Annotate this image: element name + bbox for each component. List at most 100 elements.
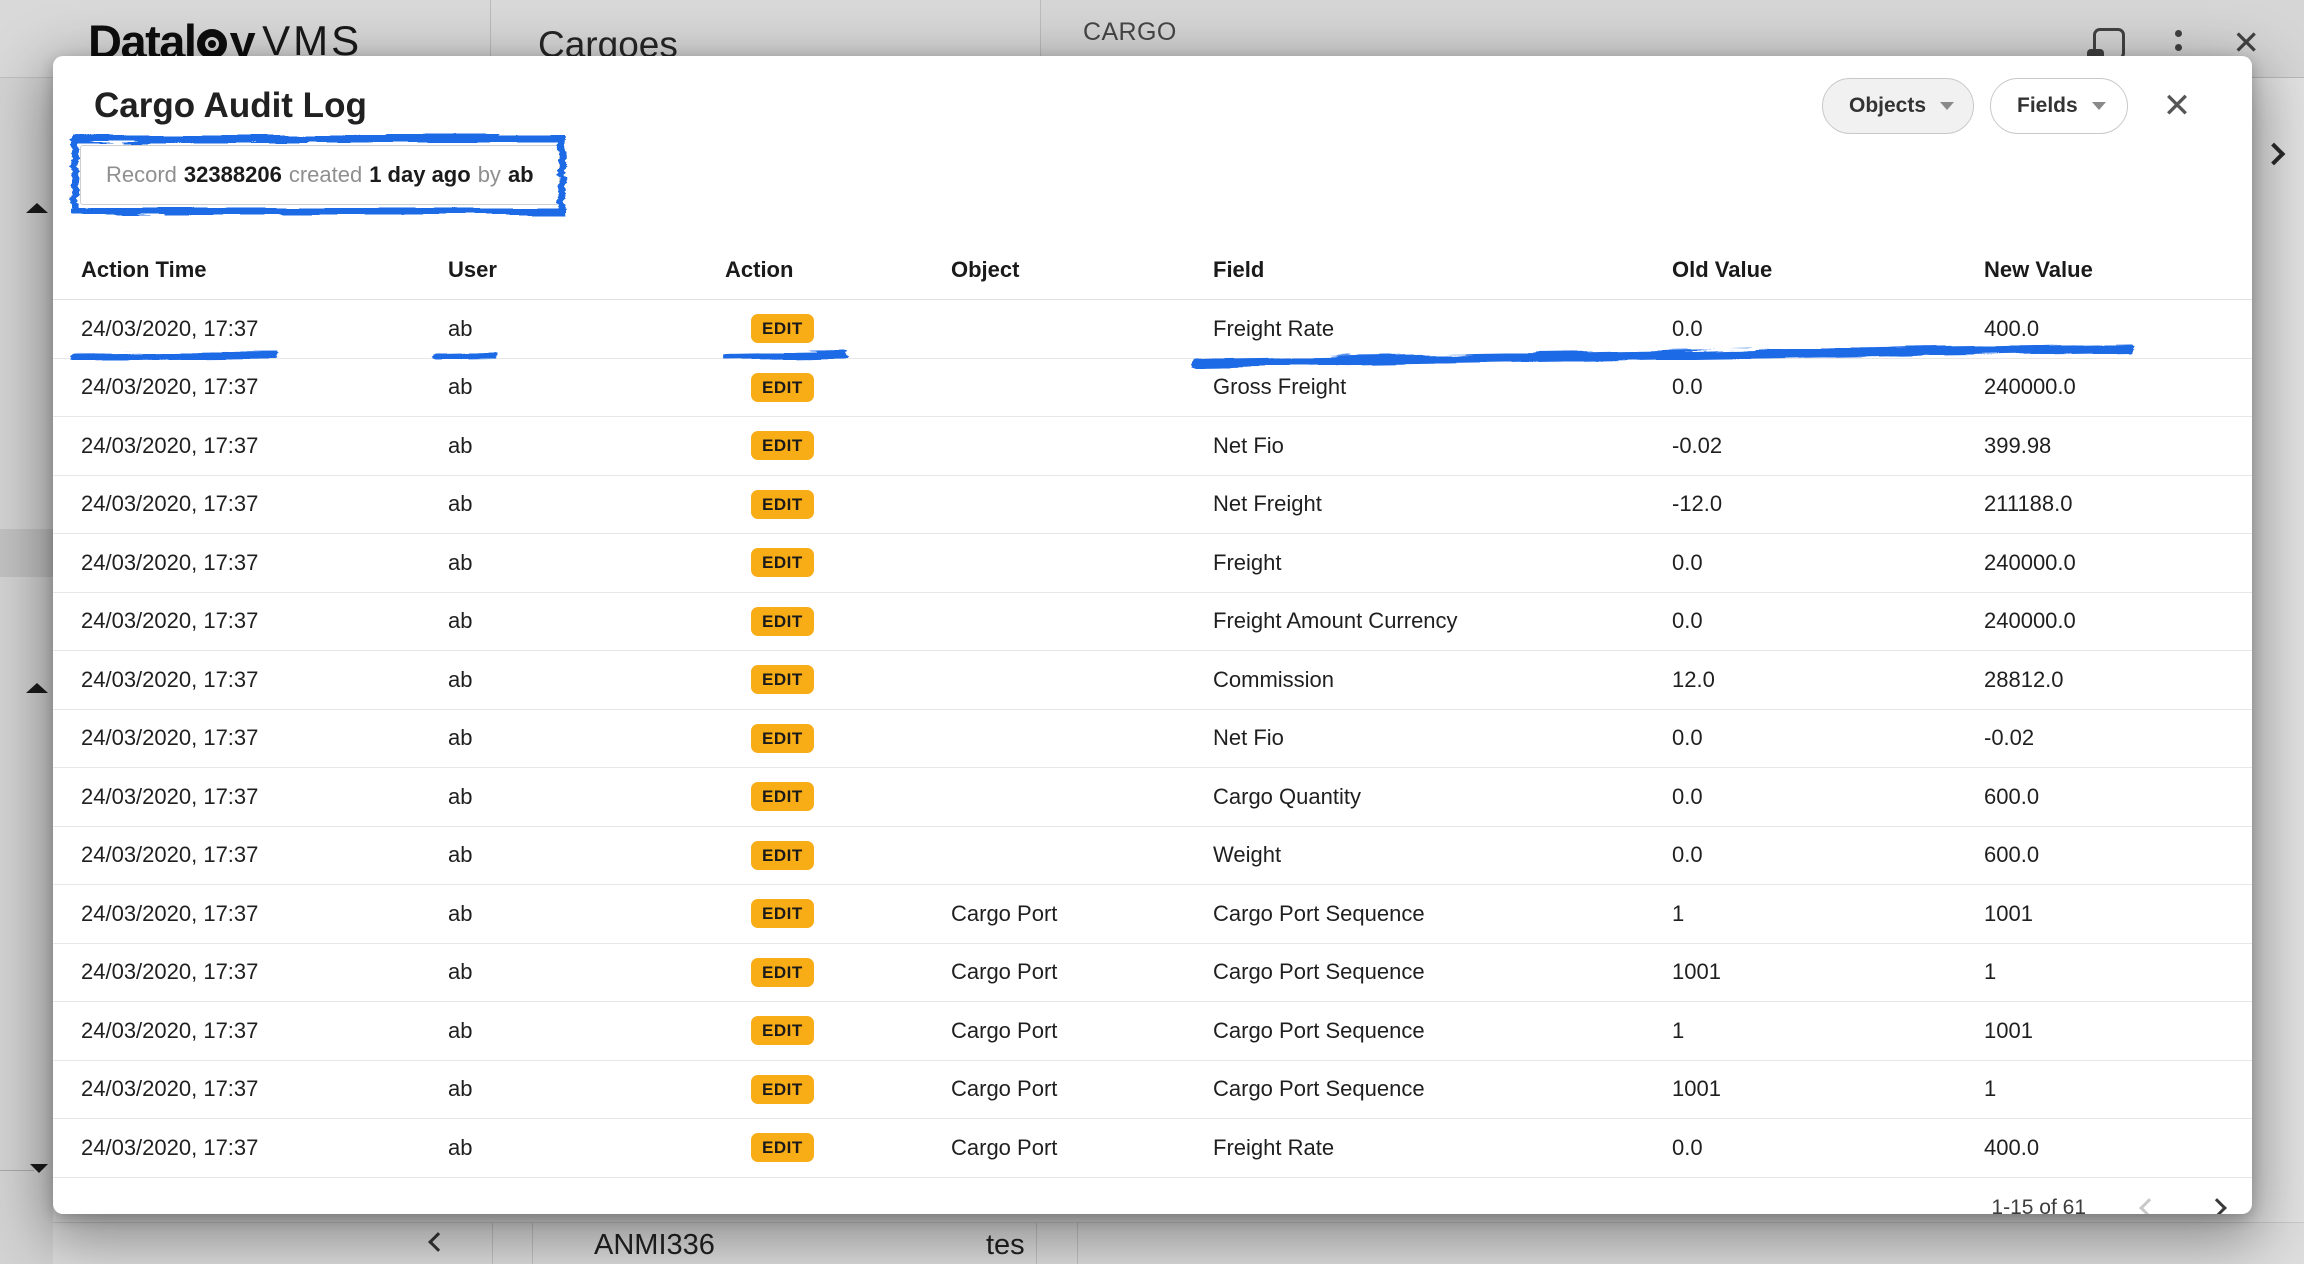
cell-action: EDIT [725,314,951,343]
action-badge: EDIT [751,958,814,987]
action-badge: EDIT [751,548,814,577]
pagination: 1-15 of 61 [53,1177,2252,1214]
cell-old-value: -12.0 [1672,491,1984,517]
cell-old-value: -0.02 [1672,433,1984,459]
screen: Datal y VMS Cargoes CARGO ✕ [0,0,2304,1264]
cell-new-value: 240000.0 [1984,374,2252,400]
cell-new-value: 399.98 [1984,433,2252,459]
cell-new-value: 240000.0 [1984,608,2252,634]
cell-action-time: 24/03/2020, 17:37 [81,550,448,576]
table-row: 24/03/2020, 17:37 ab EDIT Net Freight -1… [53,476,2252,535]
objects-filter-dropdown[interactable]: Objects [1822,78,1974,134]
table-row: 24/03/2020, 17:37 ab EDIT Cargo Port Fre… [53,1119,2252,1178]
cell-new-value: 211188.0 [1984,491,2252,517]
action-badge: EDIT [751,314,814,343]
action-badge: EDIT [751,431,814,460]
cargo-audit-log-dialog: Cargo Audit Log Objects Fields ✕ Record … [53,56,2252,1214]
cell-action: EDIT [725,841,951,870]
cell-field: Gross Freight [1213,374,1672,400]
cell-action: EDIT [725,899,951,928]
cell-user: ab [448,1135,725,1161]
cell-old-value: 0.0 [1672,1135,1984,1161]
cell-old-value: 0.0 [1672,374,1984,400]
cell-field: Cargo Port Sequence [1213,901,1672,927]
cell-object: Cargo Port [951,901,1213,927]
action-badge: EDIT [751,899,814,928]
cell-user: ab [448,1018,725,1044]
col-field: Field [1213,257,1672,283]
created-ago: 1 day ago [369,162,470,188]
cell-field: Net Fio [1213,433,1672,459]
cell-action: EDIT [725,548,951,577]
cell-action-time: 24/03/2020, 17:37 [81,1076,448,1102]
cell-new-value: 240000.0 [1984,550,2252,576]
col-action: Action [725,257,951,283]
next-page-icon[interactable] [2207,1198,2227,1214]
table-row: 24/03/2020, 17:37 ab EDIT Gross Freight … [53,359,2252,418]
cell-new-value: 600.0 [1984,842,2252,868]
cell-field: Weight [1213,842,1672,868]
cell-action: EDIT [725,724,951,753]
cell-new-value: 1001 [1984,901,2252,927]
cell-user: ab [448,959,725,985]
cell-action: EDIT [725,607,951,636]
cell-new-value: 1001 [1984,1018,2252,1044]
cell-new-value: 400.0 [1984,316,2252,342]
table-row: 24/03/2020, 17:37 ab EDIT Cargo Quantity… [53,768,2252,827]
cell-user: ab [448,667,725,693]
cell-user: ab [448,1076,725,1102]
table-row: 24/03/2020, 17:37 ab EDIT Commission 12.… [53,651,2252,710]
chevron-down-icon [1940,102,1954,110]
cell-action-time: 24/03/2020, 17:37 [81,842,448,868]
cell-action: EDIT [725,373,951,402]
cell-field: Commission [1213,667,1672,693]
pagination-range: 1-15 of 61 [1991,1196,2086,1215]
action-badge: EDIT [751,1075,814,1104]
action-badge: EDIT [751,607,814,636]
cell-object: Cargo Port [951,1018,1213,1044]
cell-user: ab [448,491,725,517]
cell-field: Freight Rate [1213,316,1672,342]
cell-old-value: 0.0 [1672,842,1984,868]
cell-user: ab [448,725,725,751]
objects-filter-label: Objects [1849,94,1926,118]
cell-user: ab [448,842,725,868]
cell-user: ab [448,608,725,634]
cell-old-value: 0.0 [1672,608,1984,634]
cell-new-value: 400.0 [1984,1135,2252,1161]
cell-action: EDIT [725,958,951,987]
cell-field: Net Fio [1213,725,1672,751]
cell-action-time: 24/03/2020, 17:37 [81,667,448,693]
cell-field: Cargo Port Sequence [1213,1018,1672,1044]
previous-page-icon[interactable] [2139,1198,2159,1214]
cell-action-time: 24/03/2020, 17:37 [81,959,448,985]
fields-filter-dropdown[interactable]: Fields [1990,78,2128,134]
action-badge: EDIT [751,1133,814,1162]
cell-old-value: 1001 [1672,1076,1984,1102]
table-row: 24/03/2020, 17:37 ab EDIT Cargo Port Car… [53,885,2252,944]
cell-new-value: 28812.0 [1984,667,2252,693]
table-row: 24/03/2020, 17:37 ab EDIT Freight 0.0 24… [53,534,2252,593]
cell-old-value: 0.0 [1672,316,1984,342]
cell-new-value: 1 [1984,959,2252,985]
cell-user: ab [448,550,725,576]
by-label: by [478,162,501,188]
cell-field: Freight [1213,550,1672,576]
cell-action: EDIT [725,665,951,694]
close-icon[interactable]: ✕ [2155,84,2199,128]
cell-action-time: 24/03/2020, 17:37 [81,374,448,400]
cell-field: Net Freight [1213,491,1672,517]
cell-action: EDIT [725,782,951,811]
cell-object: Cargo Port [951,1135,1213,1161]
cell-old-value: 0.0 [1672,550,1984,576]
cell-old-value: 0.0 [1672,784,1984,810]
col-object: Object [951,257,1213,283]
cell-action: EDIT [725,490,951,519]
table-header: Action Time User Action Object Field Old… [53,241,2252,300]
col-user: User [448,257,725,283]
cell-action-time: 24/03/2020, 17:37 [81,608,448,634]
cell-new-value: -0.02 [1984,725,2252,751]
audit-table-body: 24/03/2020, 17:37 ab EDIT Freight Rate 0… [53,300,2252,1178]
cell-user: ab [448,901,725,927]
cell-old-value: 1001 [1672,959,1984,985]
